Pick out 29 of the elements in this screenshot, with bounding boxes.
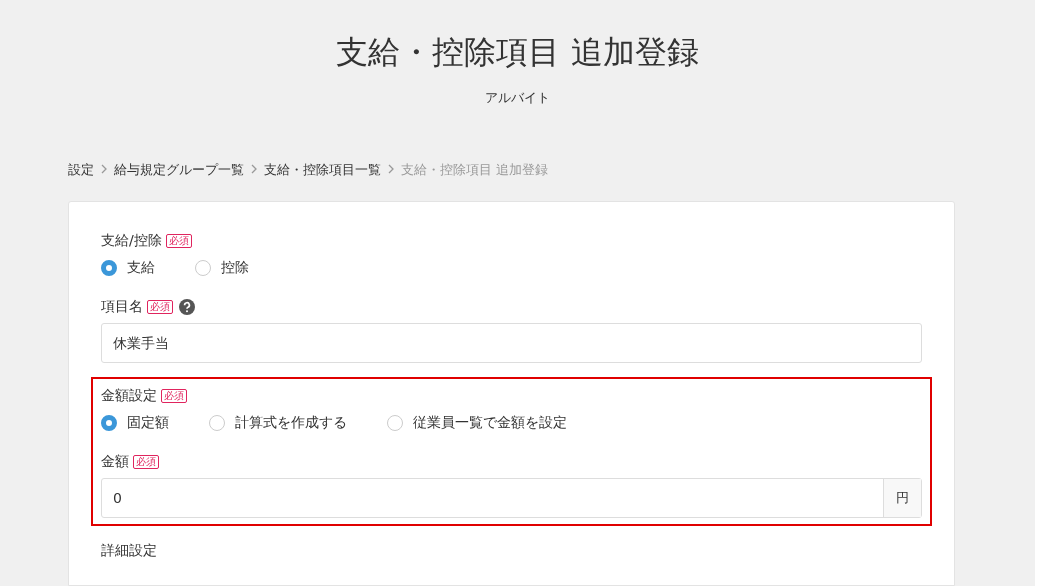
breadcrumb-item[interactable]: 給与規定グループ一覧 [114, 159, 244, 179]
section-heading: 詳細設定 [101, 541, 158, 560]
required-badge: 必須 [133, 454, 159, 469]
field-label: 支給/控除 [101, 231, 162, 250]
radio-option[interactable]: 支給 [101, 257, 155, 278]
radio-button[interactable] [101, 259, 117, 276]
page-title: 支給・控除項目 追加登録 [335, 32, 700, 73]
text-input[interactable]: 休業手当 [101, 323, 922, 363]
radio-option[interactable]: 固定額 [101, 412, 169, 433]
required-badge: 必須 [161, 388, 187, 403]
required-badge: 必須 [147, 299, 173, 314]
radio-button[interactable] [101, 414, 117, 431]
field-label: 金額設定 [101, 386, 157, 405]
breadcrumb-item[interactable]: 設定 [68, 159, 94, 179]
amount-input[interactable]: 0 円 [101, 478, 922, 518]
radio-option[interactable]: 従業員一覧で金額を設定 [387, 412, 567, 433]
help-icon[interactable] [179, 298, 195, 315]
radio-option[interactable]: 控除 [195, 257, 249, 278]
breadcrumb-item: 支給・控除項目 追加登録 [401, 160, 549, 179]
unit-label: 円 [883, 479, 921, 517]
radio-button[interactable] [387, 414, 403, 431]
page-subtitle: アルバイト [484, 89, 551, 107]
radio-button[interactable] [209, 414, 225, 431]
required-badge: 必須 [165, 233, 192, 248]
radio-button[interactable] [195, 259, 211, 276]
radio-option[interactable]: 計算式を作成する [209, 412, 347, 433]
field-label: 項目名 [101, 297, 143, 316]
field-label: 金額 [101, 452, 129, 471]
breadcrumb-item[interactable]: 支給・控除項目一覧 [264, 159, 381, 179]
